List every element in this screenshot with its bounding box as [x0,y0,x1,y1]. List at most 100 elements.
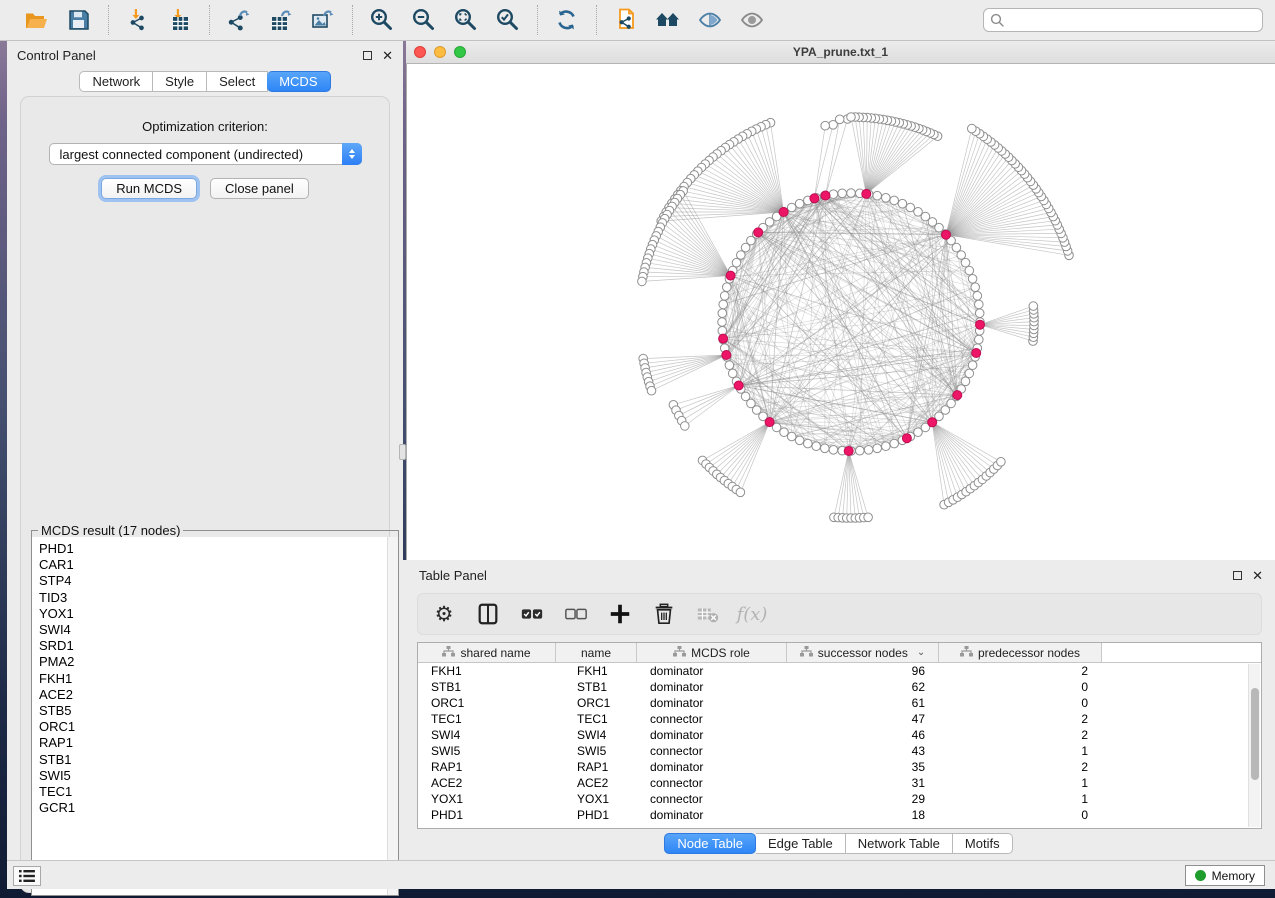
network-node[interactable] [821,444,830,453]
network-hub-node[interactable] [810,194,819,203]
network-hub-node[interactable] [765,418,774,427]
zoom-in-icon[interactable] [367,5,397,35]
close-icon[interactable]: ✕ [382,49,393,62]
network-node[interactable] [795,199,804,208]
network-node[interactable] [971,283,980,292]
import-network-icon[interactable] [123,5,153,35]
mcds-result-item[interactable]: SRD1 [39,638,398,654]
run-mcds-button[interactable]: Run MCDS [101,178,197,199]
network-node[interactable] [968,124,977,133]
network-node[interactable] [821,121,830,130]
network-node[interactable] [737,251,746,260]
table-row[interactable]: FKH1FKH1dominator962 [418,663,1261,679]
optimization-criterion-select[interactable]: largest connected component (undirected) [49,143,362,165]
network-hub-node[interactable] [779,208,788,217]
tab-select[interactable]: Select [207,71,268,92]
table-row[interactable]: RAP1RAP1dominator352 [418,759,1261,775]
mcds-result-item[interactable]: GCR1 [39,800,398,816]
network-node[interactable] [997,458,1006,467]
network-node[interactable] [719,300,728,309]
network-node[interactable] [873,191,882,200]
network-node[interactable] [873,444,882,453]
network-node[interactable] [787,432,796,441]
table-row[interactable]: YOX1YOX1connector291 [418,791,1261,807]
mcds-result-item[interactable]: PMA2 [39,654,398,670]
column-header-successor-nodes[interactable]: successor nodes⌄ [787,643,939,662]
mcds-result-item[interactable]: CAR1 [39,557,398,573]
mcds-result-item[interactable]: TEC1 [39,784,398,800]
close-icon[interactable]: ✕ [1252,569,1263,582]
network-node[interactable] [968,361,977,370]
mcds-result-item[interactable]: YOX1 [39,606,398,622]
mcds-result-item[interactable]: STB1 [39,752,398,768]
columns-icon[interactable] [476,602,500,626]
network-from-file-icon[interactable] [611,5,641,35]
table-row[interactable]: SWI5SWI5connector431 [418,743,1261,759]
select-all-icon[interactable] [520,602,544,626]
mcds-result-item[interactable]: STB5 [39,703,398,719]
tab-node-table[interactable]: Node Table [664,833,756,854]
network-node[interactable] [681,422,690,431]
network-hub-node[interactable] [734,381,743,390]
network-node[interactable] [914,208,923,217]
network-node[interactable] [847,189,856,198]
table-row[interactable]: TEC1TEC1connector472 [418,711,1261,727]
table-scrollbar[interactable] [1248,664,1260,827]
table-row[interactable]: STB1STB1dominator620 [418,679,1261,695]
network-node[interactable] [732,258,741,267]
network-node[interactable] [829,446,838,455]
network-hub-node[interactable] [862,189,871,198]
vertical-splitter-handle[interactable] [399,444,406,460]
mcds-result-item[interactable]: SWI4 [39,622,398,638]
network-node[interactable] [718,309,727,318]
network-node[interactable] [965,369,974,378]
network-node[interactable] [906,203,915,212]
network-node[interactable] [882,194,891,203]
network-node[interactable] [864,446,873,455]
table-row[interactable]: ACE2ACE2connector311 [418,775,1261,791]
network-node[interactable] [795,436,804,445]
table-row[interactable]: ORC1ORC1dominator610 [418,695,1261,711]
network-node[interactable] [975,300,984,309]
hide-details-icon[interactable] [695,5,725,35]
network-node[interactable] [961,377,970,386]
network-node[interactable] [787,203,796,212]
mcds-result-item[interactable]: TID3 [39,590,398,606]
mcds-result-list[interactable]: PHD1CAR1STP4TID3YOX1SWI4SRD1PMA2FKH1ACE2… [32,537,398,895]
zoom-out-icon[interactable] [409,5,439,35]
tab-network-table[interactable]: Network Table [846,833,953,854]
network-node[interactable] [638,277,647,286]
network-node[interactable] [725,361,734,370]
zoom-fit-icon[interactable] [451,5,481,35]
network-node[interactable] [890,196,899,205]
open-file-icon[interactable] [22,5,52,35]
mcds-result-scrollbar[interactable] [387,537,398,895]
network-hub-node[interactable] [976,320,985,329]
network-node[interactable] [720,292,729,301]
network-node[interactable] [882,442,891,451]
network-node[interactable] [975,309,984,318]
import-table-icon[interactable] [165,5,195,35]
float-icon[interactable] [363,51,372,60]
network-hub-node[interactable] [942,230,951,239]
network-hub-node[interactable] [928,418,937,427]
network-hub-node[interactable] [902,434,911,443]
network-node[interactable] [804,439,813,448]
network-node[interactable] [723,283,732,292]
tab-edge-table[interactable]: Edge Table [756,833,846,854]
zoom-selected-icon[interactable] [493,5,523,35]
table-row[interactable]: PHD1PHD1dominator180 [418,807,1261,823]
network-node[interactable] [856,446,865,455]
tab-style[interactable]: Style [153,71,207,92]
network-window-titlebar[interactable]: YPA_prune.txt_1 [406,41,1275,64]
network-node[interactable] [728,369,737,378]
network-node[interactable] [961,258,970,267]
show-details-icon[interactable] [737,5,767,35]
mcds-result-item[interactable]: ACE2 [39,687,398,703]
network-hub-node[interactable] [722,351,731,360]
mcds-result-item[interactable]: RAP1 [39,735,398,751]
network-node[interactable] [864,513,873,522]
tab-mcds[interactable]: MCDS [267,71,330,92]
add-icon[interactable] [608,602,632,626]
save-session-icon[interactable] [64,5,94,35]
